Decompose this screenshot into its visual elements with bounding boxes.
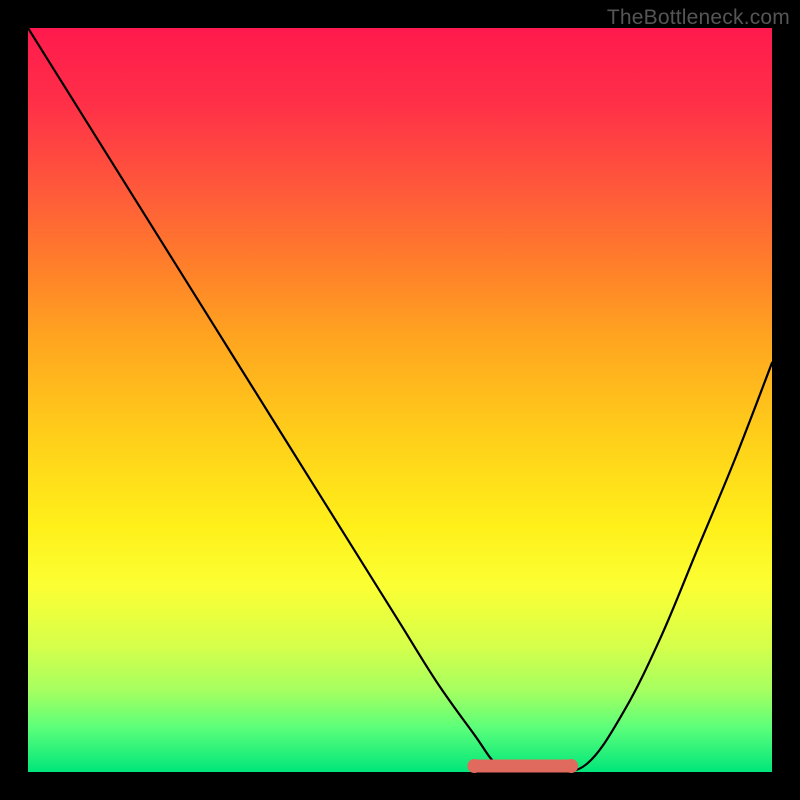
bottleneck-curve [28,28,772,773]
optimal-range-left-endpoint [467,759,481,773]
chart-plot-area [28,28,772,772]
optimal-range-right-endpoint [564,759,578,773]
chart-svg [28,28,772,772]
chart-frame: TheBottleneck.com [0,0,800,800]
watermark-text: TheBottleneck.com [607,6,790,30]
